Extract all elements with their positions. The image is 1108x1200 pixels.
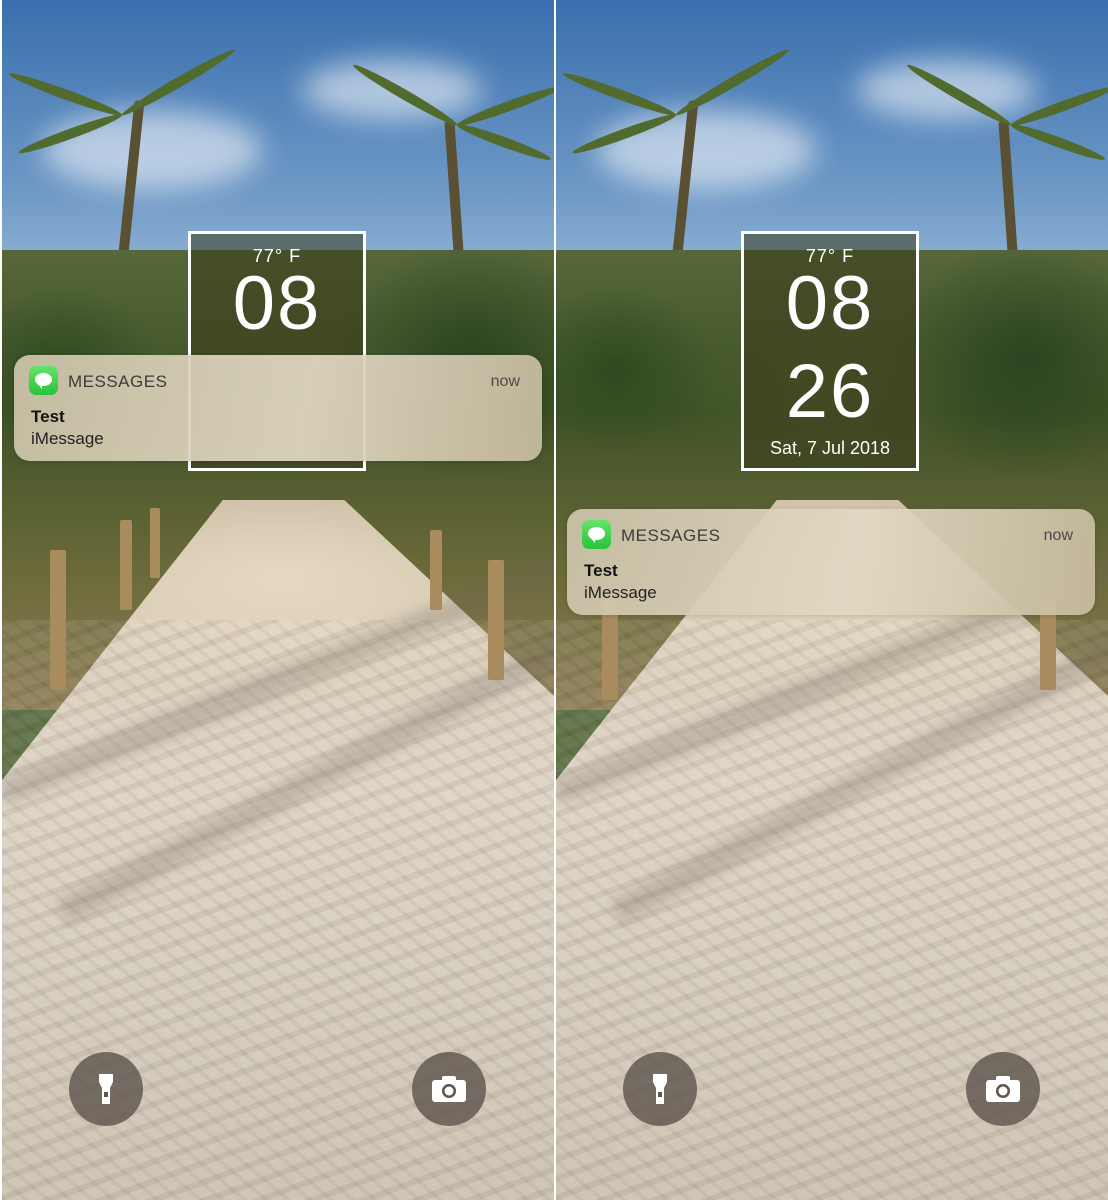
notification-time: now: [490, 373, 520, 390]
clock-hour: 08: [785, 261, 875, 346]
lock-screen-left: 77° F 08 MESSAGES now Test iMessage: [2, 0, 554, 1200]
fence-post: [50, 550, 66, 690]
clock-date: Sat, 7 Jul 2018: [769, 438, 891, 458]
messages-icon: [582, 520, 611, 549]
camera-icon: [986, 1076, 1020, 1102]
fence-post: [120, 520, 132, 610]
notification-app-name: MESSAGES: [68, 372, 168, 391]
notification-app-name: MESSAGES: [621, 526, 721, 545]
fence-post: [602, 600, 618, 700]
notification-time: now: [1043, 527, 1073, 544]
notification-title: Test: [31, 407, 65, 426]
clock-minute: 26: [785, 349, 875, 434]
fence-post: [430, 530, 442, 610]
camera-button[interactable]: [412, 1052, 486, 1126]
flashlight-icon: [99, 1074, 113, 1104]
clock-widget: 77° F 08 26 Sat, 7 Jul 2018: [741, 231, 919, 471]
cloud: [42, 110, 262, 190]
notification-body: iMessage: [31, 429, 104, 448]
notification-body: iMessage: [584, 583, 657, 602]
flashlight-button[interactable]: [623, 1052, 697, 1126]
flashlight-button[interactable]: [69, 1052, 143, 1126]
notification-card[interactable]: MESSAGES now Test iMessage: [567, 509, 1095, 615]
messages-icon: [29, 366, 58, 395]
camera-button[interactable]: [966, 1052, 1040, 1126]
clock-hour: 08: [232, 261, 322, 346]
lock-screen-right: 77° F 08 26 Sat, 7 Jul 2018 MESSAGES now…: [556, 0, 1108, 1200]
notification-title: Test: [584, 561, 618, 580]
cloud: [596, 110, 816, 190]
flashlight-icon: [653, 1074, 667, 1104]
notification-card[interactable]: MESSAGES now Test iMessage: [14, 355, 542, 461]
fence-post: [150, 508, 160, 578]
camera-icon: [432, 1076, 466, 1102]
fence-post: [488, 560, 504, 680]
